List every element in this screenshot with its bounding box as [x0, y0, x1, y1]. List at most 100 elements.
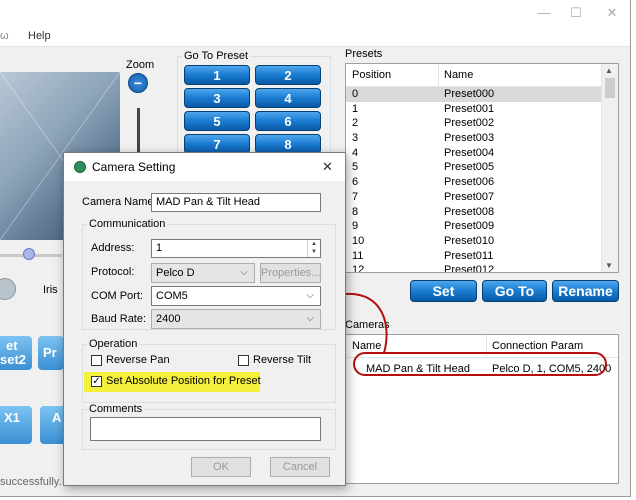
preset-row[interactable]: 3 Preset003: [346, 131, 618, 146]
minus-icon: −: [133, 75, 143, 91]
preset-row-name: Preset008: [444, 205, 495, 218]
dialog-close-icon[interactable]: ✕: [322, 159, 333, 175]
preset-row[interactable]: 8 Preset008: [346, 205, 618, 220]
zoom-slider-track[interactable]: [137, 108, 140, 158]
preset-row-position: 0: [352, 88, 359, 100]
address-label: Address:: [91, 242, 135, 254]
presets-col-position[interactable]: Position: [352, 69, 391, 81]
ok-button[interactable]: OK: [191, 457, 251, 477]
left-button-a-label: A: [52, 410, 62, 425]
goto-preset-4-button[interactable]: 4: [255, 88, 321, 108]
preset-row[interactable]: 5 Preset005: [346, 160, 618, 175]
goto-preset-label: Go To Preset: [184, 50, 248, 62]
preset-row-position: 3: [352, 132, 359, 145]
preset-row[interactable]: 0 Preset000: [346, 87, 618, 102]
preset-row[interactable]: 2 Preset002: [346, 116, 618, 131]
goto-preset-6-button[interactable]: 6: [255, 111, 321, 131]
focus-slider-thumb[interactable]: [23, 248, 35, 260]
com-port-label: COM Port:: [91, 290, 143, 302]
preset-row[interactable]: 10 Preset010: [346, 234, 618, 249]
operation-group: Operation: [82, 338, 336, 403]
stepper-arrows-icon[interactable]: ▲ ▼: [307, 240, 320, 257]
title-bar: — ☐ ✕: [0, 0, 630, 26]
preset-row[interactable]: 11 Preset011: [346, 249, 618, 264]
menu-bar: ω Help: [0, 26, 630, 47]
baud-rate-select[interactable]: 2400 ⌵: [151, 309, 321, 329]
preset-row-name: Preset003: [444, 132, 495, 145]
menu-item-help[interactable]: Help: [28, 30, 51, 42]
comments-textarea[interactable]: [90, 417, 321, 441]
presets-rows: 0 Preset000 1 Preset001 2 Preset002 3 Preset003…: [346, 87, 618, 273]
goto-preset-3-button[interactable]: 3: [184, 88, 250, 108]
preset-row-position: 10: [352, 234, 365, 247]
com-port-select[interactable]: COM5 ⌵: [151, 286, 321, 306]
goto-preset-7-button[interactable]: 7: [184, 134, 250, 154]
chevron-down-icon: ⌵: [240, 267, 248, 278]
scroll-down-icon[interactable]: ▼: [605, 261, 613, 270]
presets-scrollbar[interactable]: ▲ ▼: [601, 64, 618, 272]
preset-row-name: Preset004: [444, 146, 495, 159]
chevron-down-icon: ⌵: [306, 290, 314, 301]
reverse-pan-checkbox[interactable]: [91, 355, 102, 366]
preset-row-position: 5: [352, 161, 359, 174]
camera-app-icon: [74, 161, 86, 173]
zoom-out-button[interactable]: −: [128, 73, 148, 93]
goto-preset-button[interactable]: Go To: [482, 280, 547, 302]
preset-row[interactable]: 1 Preset001: [346, 102, 618, 117]
status-text: successfully.: [0, 476, 62, 488]
goto-preset-5-button[interactable]: 5: [184, 111, 250, 131]
close-icon[interactable]: ✕: [602, 5, 622, 21]
comments-label: Comments: [89, 403, 143, 415]
preset-row-position: 9: [352, 220, 359, 233]
checkmark-icon: ✓: [92, 376, 101, 387]
goto-preset-8-button[interactable]: 8: [255, 134, 321, 154]
absolute-position-checkbox[interactable]: ✓: [91, 376, 102, 387]
preset-row-position: 7: [352, 190, 359, 203]
preset-row-name: Preset012: [444, 264, 495, 273]
cameras-col-conn[interactable]: Connection Param: [492, 340, 583, 352]
presets-list[interactable]: Position Name 0 Preset000 1 Preset001 2 Prese…: [345, 63, 619, 273]
goto-preset-1-button[interactable]: 1: [184, 65, 250, 85]
preset-row-name: Preset001: [444, 102, 495, 115]
camera-setting-dialog: Camera Setting ✕ Camera Name: MAD Pan & …: [63, 152, 346, 486]
set-preset-button[interactable]: Set: [410, 280, 477, 302]
goto-preset-2-button[interactable]: 2: [255, 65, 321, 85]
preset-row[interactable]: 4 Preset004: [346, 146, 618, 161]
preset-row-position: 4: [352, 146, 359, 159]
preset-row-name: Preset011: [444, 249, 494, 262]
scroll-thumb[interactable]: [605, 78, 615, 98]
preset-row[interactable]: 12 Preset012: [346, 263, 618, 273]
preset-row[interactable]: 6 Preset006: [346, 175, 618, 190]
camera-name-label: Camera Name:: [82, 196, 157, 208]
reverse-tilt-checkbox[interactable]: [238, 355, 249, 366]
scroll-up-icon[interactable]: ▲: [605, 66, 613, 75]
preset-row-name: Preset002: [444, 117, 495, 130]
preset-row-name: Preset010: [444, 234, 495, 247]
left-button-pr[interactable]: Pr: [38, 336, 64, 370]
protocol-select[interactable]: Pelco D ⌵: [151, 263, 255, 283]
presets-list-header: Position Name: [346, 64, 618, 87]
presets-col-name[interactable]: Name: [444, 69, 473, 81]
maximize-icon[interactable]: ☐: [566, 5, 586, 21]
minimize-icon[interactable]: —: [534, 5, 554, 21]
preset-row-position: 8: [352, 205, 359, 218]
preset-row-position: 12: [352, 264, 365, 273]
menu-item-partial[interactable]: ω: [0, 30, 9, 42]
rename-preset-button[interactable]: Rename: [552, 280, 619, 302]
reverse-tilt-label: Reverse Tilt: [253, 354, 312, 366]
address-stepper[interactable]: 1 ▲ ▼: [151, 239, 321, 258]
camera-name-input[interactable]: MAD Pan & Tilt Head: [151, 193, 321, 212]
absolute-position-label: Set Absolute Position for Preset: [106, 375, 261, 387]
zoom-label: Zoom: [126, 59, 155, 71]
properties-button[interactable]: Properties...: [260, 263, 321, 283]
cancel-button[interactable]: Cancel: [270, 457, 330, 477]
baud-rate-label: Baud Rate:: [91, 313, 147, 325]
preset-row[interactable]: 9 Preset009: [346, 219, 618, 234]
preset-row-name: Preset007: [444, 190, 495, 203]
iris-knob[interactable]: [0, 278, 16, 300]
preset-row[interactable]: 7 Preset007: [346, 190, 618, 205]
left-button-set-label-1: et: [6, 338, 18, 353]
left-button-set[interactable]: et set2: [0, 336, 32, 370]
left-button-x1[interactable]: X1: [0, 406, 32, 444]
chevron-down-icon: ⌵: [306, 313, 314, 324]
